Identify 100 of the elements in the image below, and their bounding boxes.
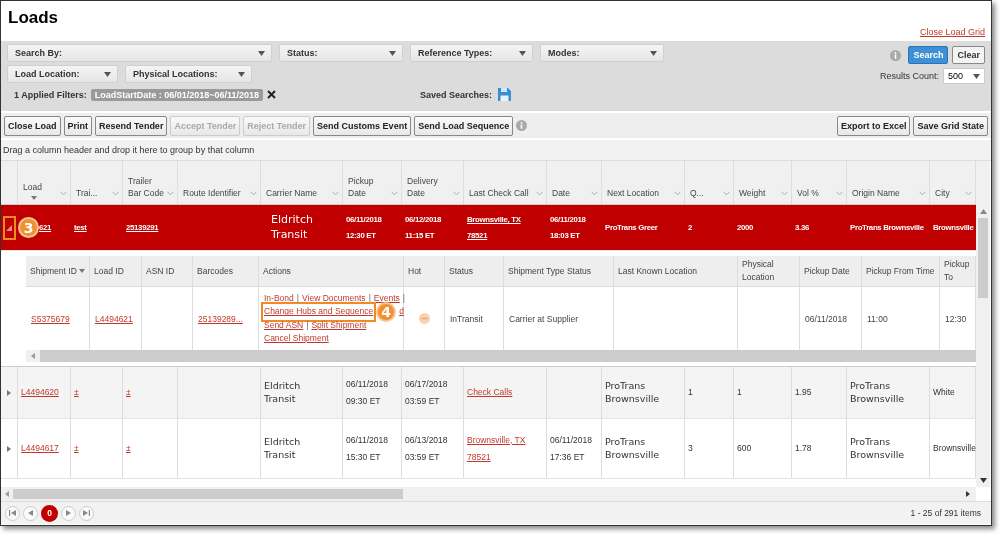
table-link[interactable]: ± [74,440,79,457]
sort-icon[interactable] [31,196,37,200]
action-link[interactable]: In-Bond [264,292,294,306]
toolbar-button[interactable]: Send Load Sequence [414,115,514,136]
column-menu-icon[interactable] [919,191,926,196]
action-link[interactable]: Change Hubs and Sequence [264,305,374,319]
column-header[interactable]: Shipment Type Status [504,256,614,286]
column-menu-icon[interactable] [453,191,460,196]
column-menu-icon[interactable] [674,191,681,196]
action-link[interactable]: Split Shipment [311,318,367,332]
column-header[interactable]: Pickup Date [343,161,402,204]
toolbar-button[interactable]: Send Customs Event [313,115,412,136]
last-page-button[interactable] [79,505,94,521]
column-header[interactable]: Trailer Bar Code [123,161,178,204]
column-header[interactable]: Load [18,161,71,204]
column-header[interactable]: Shipment ID [26,256,90,286]
scroll-up-icon[interactable] [979,209,987,214]
column-header[interactable]: Actions [259,256,404,286]
table-row[interactable]: L4494617 ± ± Eldritch Transit 06/11/2018 15:30 ET 06/13/2018 03:59 ET Brownsville, TX 78521 06/11/2018 17:36 ET ProTrans Brownsville 3 600 1.78 ProTrans Brownsville Brownsville [1,419,976,479]
filter-dropdown[interactable]: Status: [279,44,403,62]
column-header[interactable]: Date [547,161,602,204]
column-header[interactable]: Next Location [602,161,685,204]
scroll-thumb[interactable] [13,489,403,499]
column-header[interactable]: Physical Location [738,256,800,286]
column-header[interactable]: Origin Name [847,161,930,204]
column-menu-icon[interactable] [536,191,543,196]
table-link[interactable]: ± [126,440,131,457]
close-grid-link[interactable]: Close Load Grid [919,27,985,37]
scroll-right-icon[interactable] [966,491,970,497]
column-menu-icon[interactable] [60,191,67,196]
column-header[interactable]: Vol % [792,161,847,204]
table-link[interactable]: Check Calls [467,384,513,401]
expand-arrow-icon[interactable] [6,445,12,452]
column-menu-icon[interactable] [112,191,119,196]
horizontal-scrollbar[interactable] [26,350,976,362]
action-link[interactable]: d [399,305,404,319]
expand-arrow-icon[interactable] [6,224,12,231]
column-header[interactable]: Hot [404,256,445,286]
column-menu-icon[interactable] [781,191,788,196]
filter-dropdown[interactable]: Load Location: [7,65,118,83]
column-header[interactable]: Last Check Call [464,161,547,204]
toolbar-button[interactable]: Close Load [4,115,61,136]
column-header[interactable]: Load ID [90,256,142,286]
column-menu-icon[interactable] [591,191,598,196]
column-header[interactable]: Last Known Location [614,256,738,286]
toolbar-button[interactable]: Export to Excel [836,115,911,136]
first-page-button[interactable] [5,505,20,521]
column-header[interactable]: Trai... [71,161,123,204]
column-header[interactable]: Delivery Date [402,161,464,204]
expand-arrow-icon[interactable] [6,389,12,396]
toolbar-button[interactable]: Resend Tender [95,115,168,136]
column-menu-icon[interactable] [332,191,339,196]
column-header[interactable]: Pickup Date [800,256,862,286]
scroll-thumb[interactable] [978,218,988,298]
filter-dropdown[interactable]: Physical Locations: [125,65,252,83]
column-header[interactable]: Status [445,256,504,286]
page-button[interactable]: 0 [41,504,58,522]
table-link[interactable]: ± [126,384,131,401]
action-link[interactable]: View Documents [302,292,366,306]
close-icon[interactable] [267,90,277,99]
column-menu-icon[interactable] [391,191,398,196]
results-count-select[interactable]: 500 [943,68,985,84]
column-header[interactable]: Carrier Name [261,161,343,204]
scroll-left-icon[interactable] [31,353,35,359]
table-link[interactable]: L4494617 [21,440,59,457]
column-menu-icon[interactable] [836,191,843,196]
info-icon[interactable] [516,120,528,131]
column-header[interactable]: Pickup From Time [862,256,940,286]
previous-page-button[interactable] [23,505,38,521]
column-menu-icon[interactable] [723,191,730,196]
horizontal-scrollbar[interactable] [1,487,976,501]
table-link[interactable]: Brownsville, TX 78521 [467,431,526,466]
scroll-down-icon[interactable] [979,478,987,483]
next-page-button[interactable] [61,505,76,521]
table-link[interactable]: L4494620 [21,384,59,401]
info-icon[interactable] [890,49,902,61]
scroll-left-icon[interactable] [5,491,9,497]
action-link[interactable]: Send ASN [264,318,304,332]
table-row[interactable]: L4494620 ± ± Eldritch Transit 06/11/2018 09:30 ET 06/17/2018 03:59 ET Check Calls ProTrans Brownsville 1 1 1.95 ProTrans Brownsville White [1,367,976,419]
action-link[interactable]: Cancel Shipment [264,331,329,345]
toolbar-button[interactable]: Save Grid State [913,115,988,136]
table-link[interactable]: 25139289... [198,313,243,324]
filter-dropdown[interactable]: Reference Types: [410,44,533,62]
column-menu-icon[interactable] [250,191,257,196]
clear-button[interactable]: Clear [952,46,985,64]
column-header[interactable]: Route Identifier [178,161,261,204]
column-header[interactable]: ASN ID [142,256,193,286]
column-menu-icon[interactable] [167,191,174,196]
column-header[interactable]: Q... [685,161,734,204]
filter-dropdown[interactable]: Modes: [540,44,664,62]
column-header[interactable]: Weight [734,161,792,204]
table-link[interactable]: L4494621 [95,313,133,324]
table-link[interactable]: ± [74,384,79,401]
sort-icon[interactable] [78,269,85,273]
column-menu-icon[interactable] [965,191,972,196]
filter-dropdown[interactable]: Search By: [7,44,272,62]
save-icon[interactable] [498,88,512,101]
column-header[interactable]: Barcodes [193,256,259,286]
toolbar-button[interactable]: Print [63,115,93,136]
table-link[interactable]: S5375679 [31,313,70,324]
